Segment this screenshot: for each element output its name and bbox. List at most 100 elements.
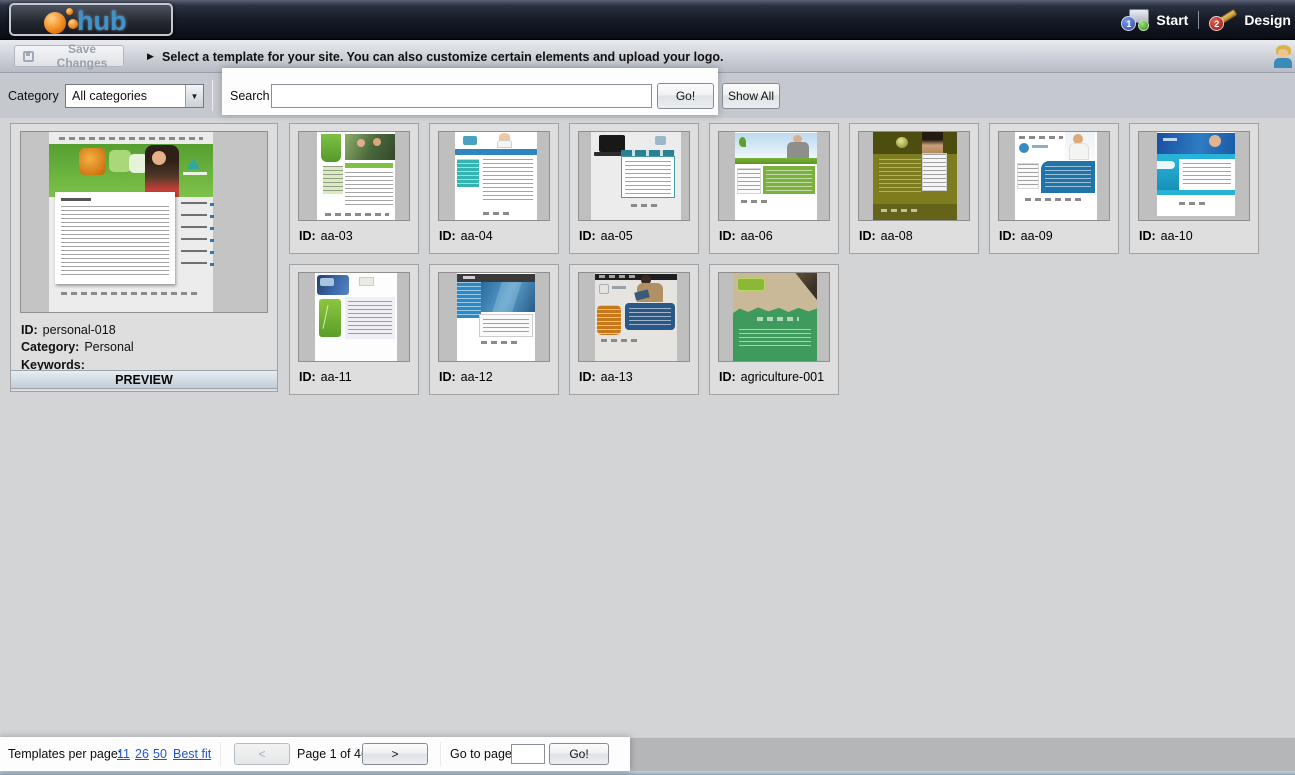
template-card-aa-11[interactable]: ID:aa-11 — [289, 264, 419, 395]
thumb-green-panel — [319, 299, 341, 337]
thumb-woman-body — [1069, 143, 1089, 160]
user-profile-icon[interactable] — [1273, 45, 1293, 69]
save-changes-label: Save Changes — [41, 42, 123, 70]
window-bottom-edge — [0, 771, 1295, 775]
thumb-menu-bullets — [210, 203, 214, 269]
filter-separator — [212, 80, 213, 111]
id-label: ID: — [999, 229, 1016, 243]
nav-start-label: Start — [1156, 12, 1188, 28]
top-header: hub 1 Start 2 Design — [0, 0, 1295, 40]
thumb-textlines — [879, 159, 921, 195]
thumb-textlines — [483, 319, 529, 333]
template-card-aa-03[interactable]: ID:aa-03 — [289, 123, 419, 254]
save-changes-button[interactable]: Save Changes — [14, 45, 124, 67]
template-card-aa-12[interactable]: ID:aa-12 — [429, 264, 559, 395]
wizard-steps-nav: 1 Start 2 Design — [1121, 9, 1291, 31]
thumb-sitetitle — [183, 172, 207, 175]
template-card-aa-09[interactable]: ID:aa-09 — [989, 123, 1119, 254]
id-value: aa-04 — [461, 229, 493, 243]
featured-template-thumbnail[interactable] — [20, 131, 268, 313]
nav-start[interactable]: 1 Start — [1121, 9, 1188, 31]
search-go-button[interactable]: Go! — [657, 83, 714, 109]
goto-page-go-button[interactable]: Go! — [549, 743, 609, 765]
template-thumbnail[interactable] — [1138, 131, 1250, 221]
thumb-footer — [61, 292, 201, 295]
thumb-footer — [481, 341, 517, 344]
nav-separator — [1198, 11, 1199, 29]
template-card-aa-10[interactable]: ID:aa-10 — [1129, 123, 1259, 254]
template-thumbnail[interactable] — [578, 272, 690, 362]
template-card-agriculture-001[interactable]: ID:agriculture-001 — [709, 264, 839, 395]
instruction-pointer-icon: ▶ — [147, 51, 154, 62]
template-id-line: ID:aa-06 — [719, 229, 773, 243]
template-card-aa-06[interactable]: ID:aa-06 — [709, 123, 839, 254]
template-thumbnail[interactable] — [718, 272, 830, 362]
thumb-logo — [1163, 138, 1177, 141]
thumb-header — [873, 132, 957, 154]
show-all-button[interactable]: Show All — [722, 83, 780, 109]
prev-page-button[interactable]: < — [234, 743, 290, 765]
template-card-aa-05[interactable]: ID:aa-05 — [569, 123, 699, 254]
filter-controls: Category All categories ▼ Search Go! Sho… — [0, 73, 1295, 118]
pagination-bar: Templates per page: 11 26 50 Best fit < … — [0, 737, 630, 771]
thumb-nav — [455, 149, 537, 155]
id-value: aa-03 — [321, 229, 353, 243]
template-thumbnail[interactable] — [578, 131, 690, 221]
template-card-aa-04[interactable]: ID:aa-04 — [429, 123, 559, 254]
thumb-footer — [601, 339, 641, 342]
featured-template-card[interactable]: ID:personal-018 Category:Personal Keywor… — [10, 123, 278, 392]
per-page-bestfit-link[interactable]: Best fit — [173, 747, 211, 761]
thumb-textlines — [1045, 166, 1091, 190]
template-id-line: ID:agriculture-001 — [719, 370, 824, 384]
thumb-textlines — [629, 308, 671, 326]
featured-id-line: ID:personal-018 — [21, 323, 116, 337]
pagination-separator-2 — [440, 742, 441, 766]
start-step-icon: 1 — [1121, 9, 1151, 31]
thumb-topnav-links — [599, 275, 639, 278]
template-card-aa-08[interactable]: ID:aa-08 — [849, 123, 979, 254]
thumb-logo — [359, 277, 374, 286]
thumb-footer — [325, 213, 389, 216]
hub-logo[interactable]: hub — [9, 3, 173, 36]
per-page-50-link[interactable]: 50 — [153, 747, 167, 761]
template-id-line: ID:aa-10 — [1139, 229, 1193, 243]
pagination-separator — [220, 742, 221, 766]
template-thumbnail[interactable] — [438, 272, 550, 362]
nav-design[interactable]: 2 Design — [1209, 9, 1291, 31]
thumb-footer — [741, 200, 771, 203]
thumb-nav-dashes — [757, 317, 799, 321]
thumb-dropdown-menu — [922, 153, 947, 191]
id-value: aa-10 — [1161, 229, 1193, 243]
thumb-woman-face — [152, 151, 166, 165]
goto-page-input[interactable] — [511, 744, 545, 764]
template-thumbnail[interactable] — [438, 131, 550, 221]
per-page-26-link[interactable]: 26 — [135, 747, 149, 761]
hub-logo-orb-large-icon — [44, 12, 66, 34]
chevron-down-icon[interactable]: ▼ — [185, 85, 203, 107]
thumb-logo-box — [599, 284, 609, 294]
category-selected-value: All categories — [66, 89, 185, 103]
per-page-11-link[interactable]: 11 — [117, 747, 130, 761]
next-page-button[interactable]: > — [362, 743, 428, 765]
id-value: aa-06 — [741, 229, 773, 243]
search-input[interactable] — [271, 84, 652, 108]
thumb-header — [1157, 133, 1235, 154]
id-value: aa-13 — [601, 370, 633, 384]
template-thumbnail[interactable] — [298, 272, 410, 362]
id-label: ID: — [719, 370, 736, 384]
preview-button[interactable]: PREVIEW — [11, 370, 277, 389]
template-thumbnail[interactable] — [298, 131, 410, 221]
template-thumbnail[interactable] — [858, 131, 970, 221]
id-value: aa-12 — [461, 370, 493, 384]
template-thumbnail[interactable] — [718, 131, 830, 221]
category-select[interactable]: All categories ▼ — [65, 84, 204, 108]
thumb-bus-window — [320, 278, 334, 286]
featured-category-line: Category:Personal — [21, 340, 134, 354]
id-label: ID: — [579, 370, 596, 384]
featured-category-value: Personal — [84, 340, 133, 354]
thumb-tile-green — [109, 150, 131, 172]
thumb-footer — [483, 212, 513, 215]
template-card-aa-13[interactable]: ID: aa-13 — [569, 264, 699, 395]
thumb-woman-face — [1209, 135, 1221, 147]
template-thumbnail[interactable] — [998, 131, 1110, 221]
